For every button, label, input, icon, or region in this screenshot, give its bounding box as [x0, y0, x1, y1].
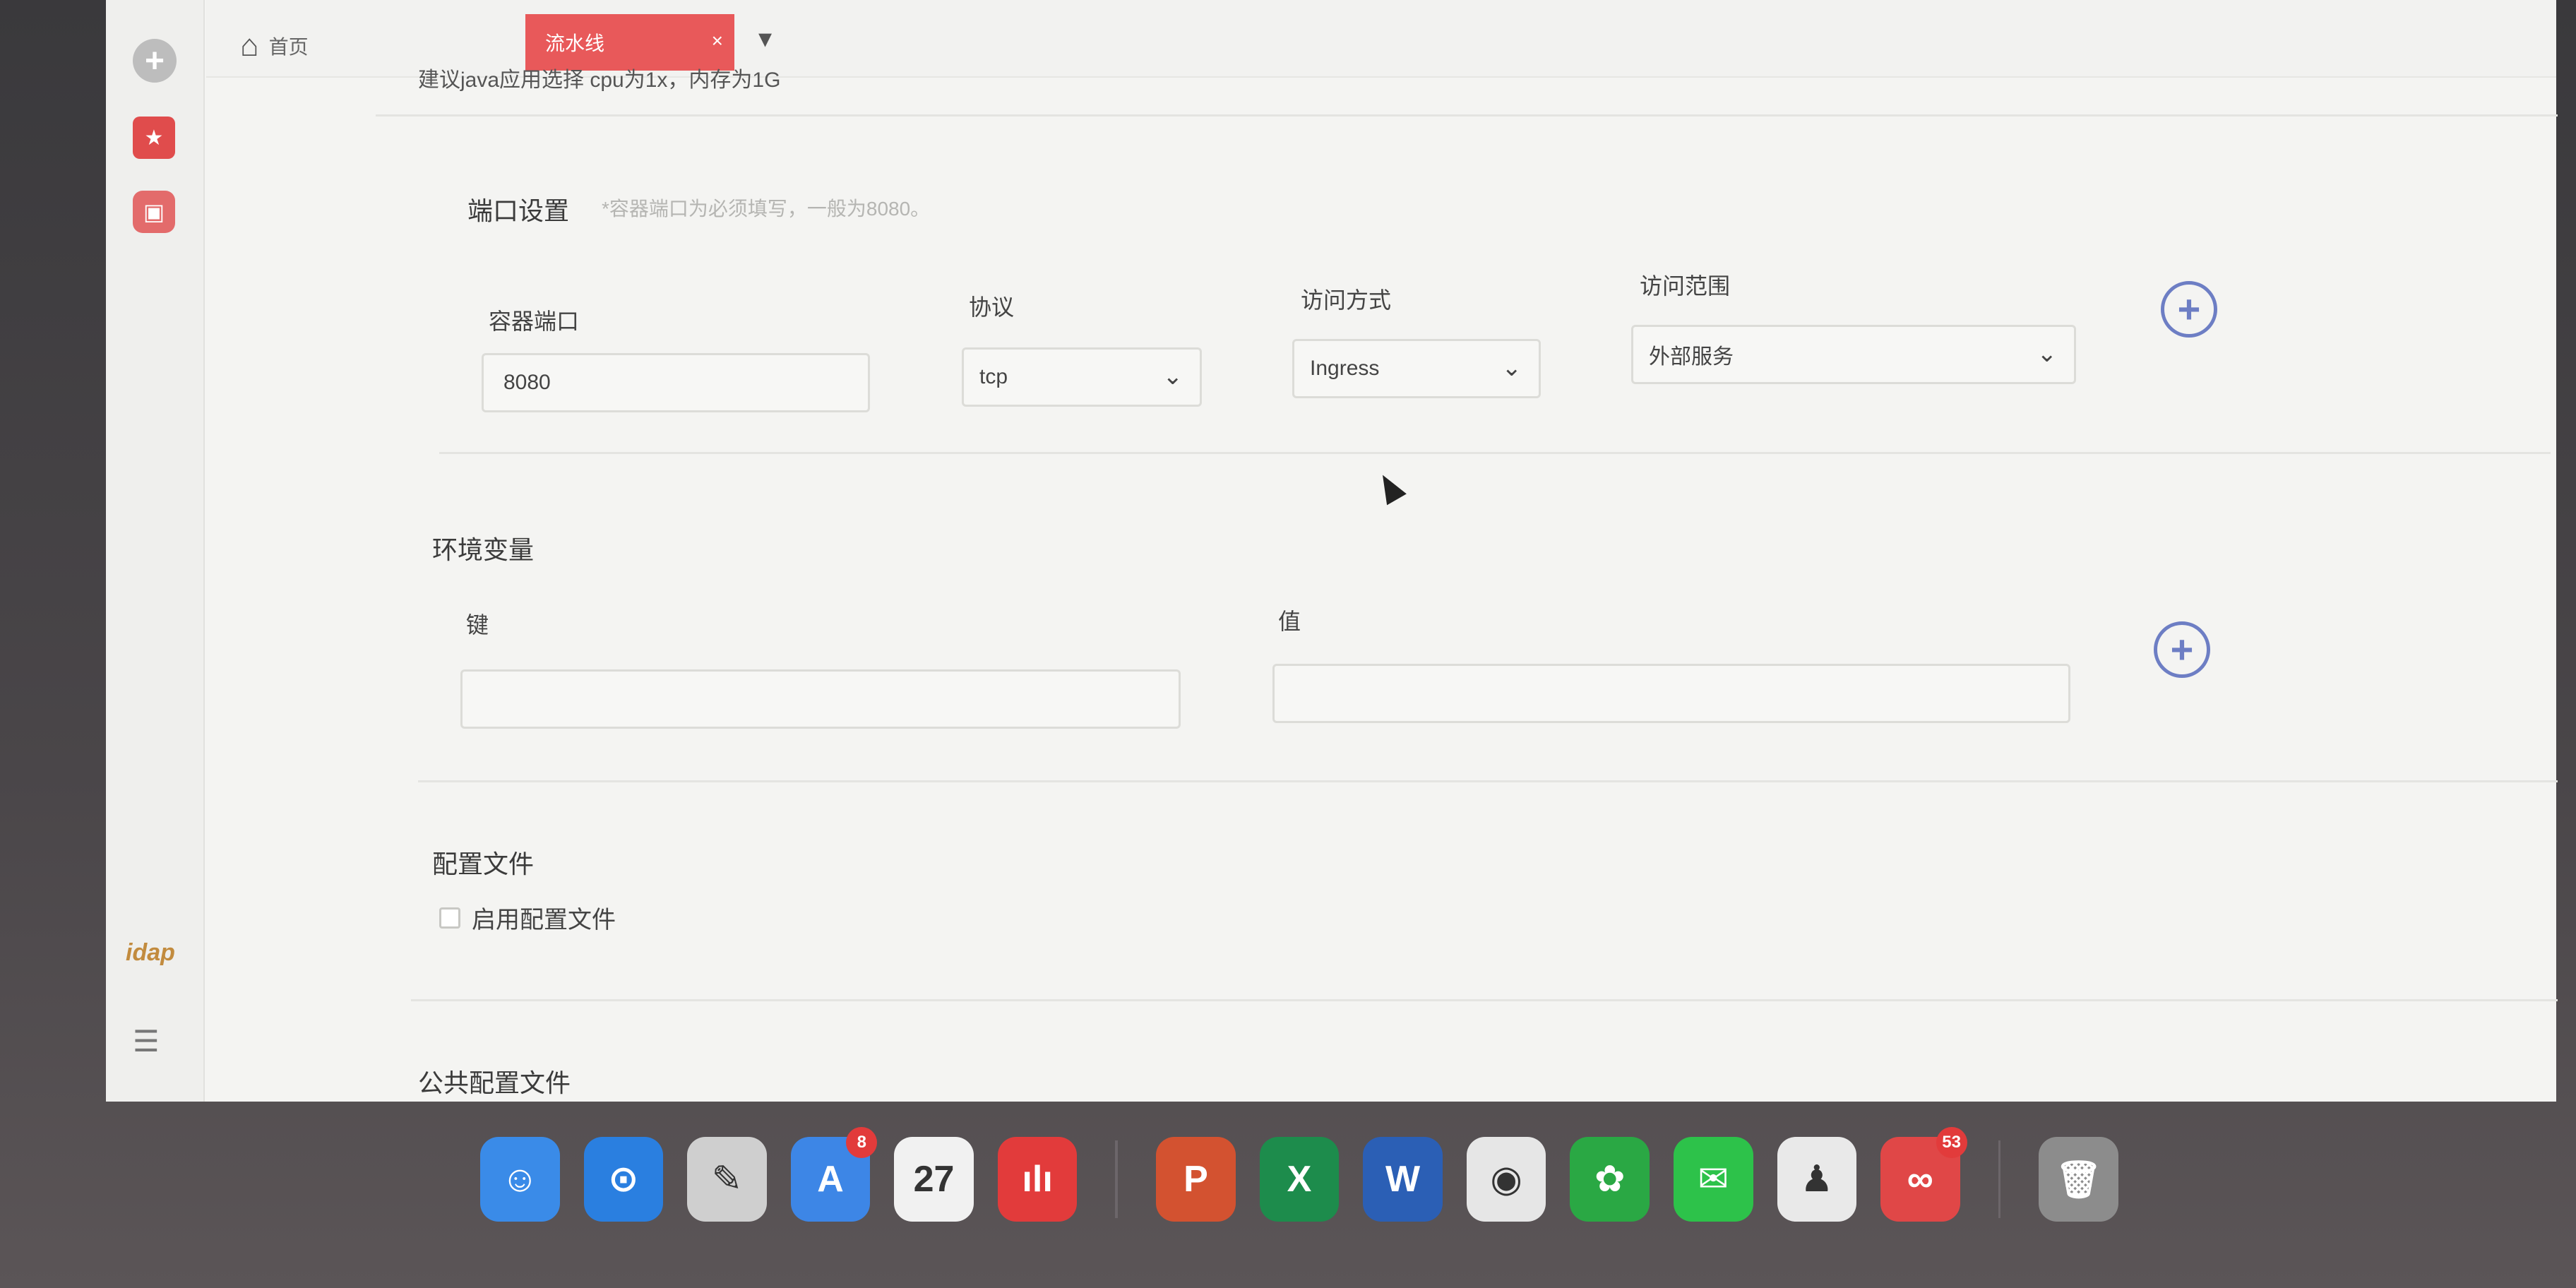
enable-config-checkbox-row[interactable]: 启用配置文件 [439, 900, 616, 935]
add-env-button[interactable]: + [2154, 621, 2210, 678]
dock-qq-icon[interactable]: ♟ [1777, 1137, 1857, 1222]
dock-music-icon[interactable]: ılı [997, 1137, 1078, 1222]
enable-config-label: 启用配置文件 [472, 907, 616, 934]
mouse-cursor-icon [1373, 469, 1407, 506]
container-port-input[interactable] [482, 353, 870, 412]
env-section-title: 环境变量 [432, 535, 535, 564]
dock-powerpoint-icon[interactable]: P [1156, 1137, 1236, 1222]
form-content: 建议java应用选择 cpu为1x，内存为1G 端口设置 *容器端口为必须填写，… [206, 68, 2558, 1102]
divider [418, 780, 2558, 782]
package-box-icon[interactable]: ▣ [133, 191, 175, 233]
config-section-title: 配置文件 [432, 849, 535, 878]
dock-evernote-icon[interactable]: ✿ [1570, 1137, 1650, 1222]
access-scope-select-value: 外部服务 [1649, 345, 1734, 369]
enable-config-checkbox[interactable] [439, 907, 460, 929]
tab-close-icon[interactable]: × [712, 30, 723, 52]
dock-wechat-icon[interactable]: ✉ [1673, 1137, 1753, 1222]
env-key-label: 键 [466, 612, 489, 638]
access-method-select-value: Ingress [1310, 357, 1380, 380]
dock: ☺ ⊙ ✎ A 8 27 ılı P X W ◉ ✿ ✉ ♟ ∞ 53 🗑 [424, 1109, 2118, 1250]
ports-section-title: 端口设置 [467, 196, 570, 225]
public-config-section-title: 公共配置文件 [418, 1068, 571, 1097]
dock-separator [1998, 1140, 2001, 1218]
dock-calendar-icon[interactable]: 27 [894, 1137, 974, 1222]
browser-screen: + ★ ▣ idap ☰ ⌂ 首页 流水线 × ▾ 建议java应用选择 cpu… [106, 0, 2558, 1102]
favorite-folder-icon[interactable]: ★ [133, 117, 175, 159]
ports-hint: *容器端口为必须填写，一般为8080。 [602, 198, 931, 220]
resource-note: 建议java应用选择 cpu为1x，内存为1G [418, 68, 781, 92]
tab-home[interactable]: ⌂ 首页 [240, 28, 309, 64]
env-value-input[interactable] [1272, 664, 2070, 723]
dock-chrome-icon[interactable]: ◉ [1466, 1137, 1546, 1222]
access-method-select[interactable]: Ingress ⌄ [1292, 339, 1541, 398]
tab-dropdown-icon[interactable]: ▾ [758, 23, 772, 54]
dock-word-icon[interactable]: W [1363, 1137, 1443, 1222]
access-scope-select[interactable]: 外部服务 ⌄ [1631, 325, 2076, 384]
dock-safari-icon[interactable]: ⊙ [583, 1137, 664, 1222]
container-port-label: 容器端口 [489, 309, 580, 334]
dock-excel-icon[interactable]: X [1259, 1137, 1340, 1222]
chevron-down-icon: ⌄ [2037, 340, 2058, 367]
env-key-input[interactable] [460, 669, 1181, 729]
dock-notes-icon[interactable]: ✎ [687, 1137, 767, 1222]
menu-list-icon[interactable]: ☰ [133, 1024, 160, 1059]
divider [411, 999, 2558, 1001]
home-icon: ⌂ [240, 28, 259, 63]
dock-badge: 53 [1936, 1127, 1967, 1158]
dock-separator [1115, 1140, 1119, 1218]
add-port-button[interactable]: + [2161, 281, 2217, 338]
chevron-down-icon: ⌄ [1501, 354, 1522, 381]
access-method-label: 访问方式 [1301, 287, 1392, 313]
brand-logo: idap [126, 939, 175, 966]
dock-badge: 8 [846, 1127, 878, 1158]
tab-home-label: 首页 [268, 36, 309, 58]
dock-trash-icon[interactable]: 🗑 [2039, 1137, 2118, 1222]
access-scope-label: 访问范围 [1640, 273, 1731, 299]
protocol-label: 协议 [969, 294, 1015, 320]
env-value-label: 值 [1278, 609, 1301, 634]
protocol-select[interactable]: tcp ⌄ [962, 347, 1202, 407]
add-circle-icon[interactable]: + [133, 39, 177, 83]
divider [376, 114, 2558, 117]
dock-app-store-icon[interactable]: A8 [790, 1127, 878, 1222]
dock-finder-icon[interactable]: ☺ [480, 1137, 560, 1222]
chevron-down-icon: ⌄ [1162, 363, 1183, 390]
tab-pipeline-label: 流水线 [545, 32, 605, 54]
divider [439, 452, 2551, 454]
dock-link-app-icon[interactable]: ∞ 53 [1880, 1127, 1967, 1222]
left-icon-rail: + ★ ▣ idap ☰ [106, 0, 205, 1102]
protocol-select-value: tcp [979, 365, 1008, 388]
